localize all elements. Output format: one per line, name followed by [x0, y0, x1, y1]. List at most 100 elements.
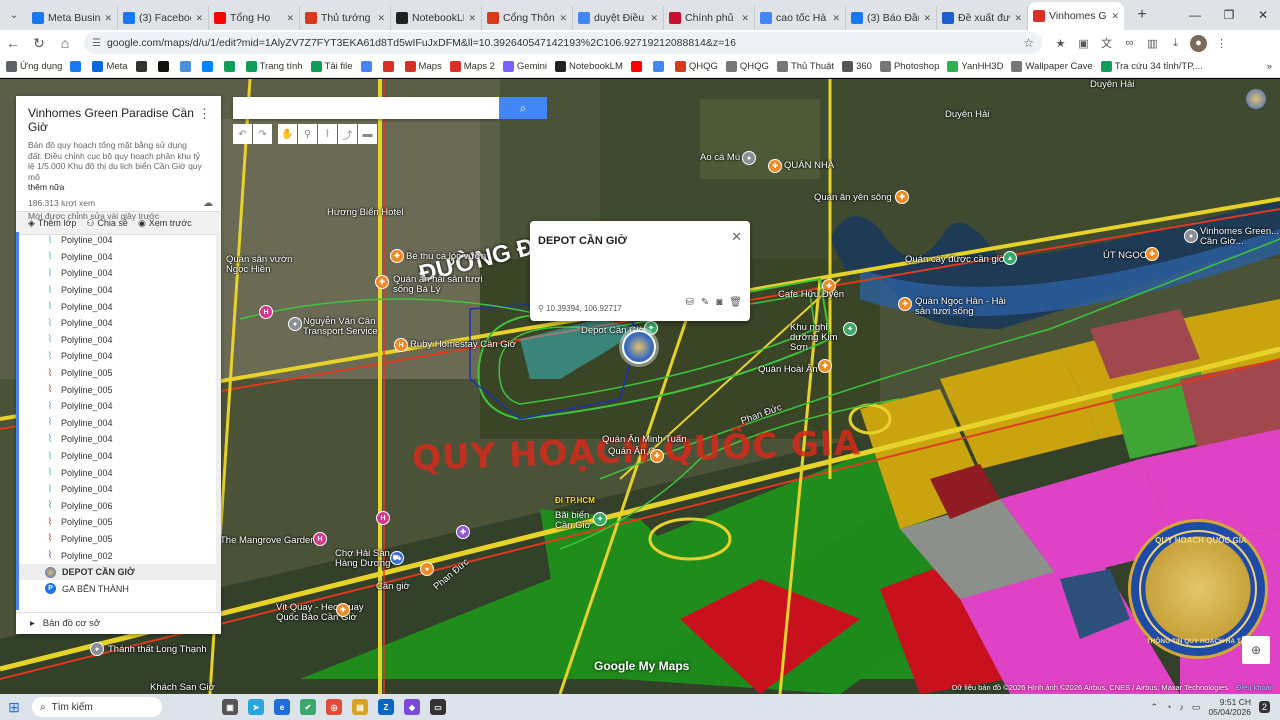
- delete-icon[interactable]: 🗑: [729, 297, 742, 308]
- close-tab-icon[interactable]: ✕: [377, 13, 385, 24]
- more-link[interactable]: thêm nữa: [28, 182, 209, 192]
- market-marker-icon[interactable]: ⛟: [390, 551, 404, 565]
- measure-icon[interactable]: ▬: [358, 124, 377, 144]
- close-tab-icon[interactable]: ✕: [104, 13, 112, 24]
- hotel-marker-icon[interactable]: H: [394, 338, 408, 352]
- browser-tab[interactable]: Vinhomes G ✕: [1028, 2, 1124, 30]
- place-marker-icon[interactable]: ●: [90, 642, 104, 656]
- list-item[interactable]: ⌇ Polyline_006: [19, 498, 221, 515]
- expand-icon[interactable]: ▸: [30, 618, 35, 629]
- list-item[interactable]: ⌇ Polyline_002: [19, 547, 221, 564]
- restaurant-marker-icon[interactable]: ✚: [1145, 247, 1159, 261]
- layer-list-scrollbar[interactable]: [216, 232, 221, 612]
- url-field[interactable]: ☰ google.com/maps/d/u/1/edit?mid=1AlyZV7…: [84, 32, 1042, 54]
- style-bucket-icon[interactable]: ⛁: [685, 297, 693, 308]
- volume-icon[interactable]: ♪: [1179, 702, 1184, 712]
- base-map-row[interactable]: ▸ Bản đồ cơ sở: [16, 612, 221, 634]
- close-tab-icon[interactable]: ✕: [286, 13, 294, 24]
- map-search-input[interactable]: [233, 97, 499, 119]
- list-item[interactable]: ⌇ Polyline_004: [19, 315, 221, 332]
- task-view-icon[interactable]: ▣: [222, 699, 238, 715]
- bookmark-item[interactable]: [201, 61, 216, 72]
- site-info-icon[interactable]: ☰: [92, 38, 101, 49]
- draw-line-icon[interactable]: ⌇: [318, 124, 337, 144]
- list-item[interactable]: ⌇ Polyline_004: [19, 398, 221, 415]
- browser-tab[interactable]: Chính phủ p ✕: [664, 6, 755, 30]
- bookmark-item[interactable]: QHQG: [725, 61, 769, 72]
- screenshot-icon[interactable]: ▣: [1075, 35, 1092, 52]
- close-tab-icon[interactable]: ✕: [468, 13, 476, 24]
- list-item[interactable]: ⌇ Polyline_004: [19, 431, 221, 448]
- browser-tab[interactable]: cao tốc Hà N ✕: [755, 6, 846, 30]
- list-item[interactable]: ⌇ Polyline_004: [19, 415, 221, 432]
- close-icon[interactable]: ✕: [731, 229, 742, 245]
- list-item[interactable]: ⌇ Polyline_004: [19, 464, 221, 481]
- bookmark-item[interactable]: Thủ Thuật: [776, 61, 834, 72]
- bookmark-item[interactable]: YanHH3D: [947, 61, 1003, 72]
- browser-tab[interactable]: Thủ tướng C ✕: [300, 6, 391, 30]
- browser-tab[interactable]: Cổng Thông ✕: [482, 6, 573, 30]
- list-item[interactable]: ⌇ Polyline_004: [19, 232, 221, 249]
- map-canvas[interactable]: ĐƯỜNG Đ QUY HOẠCH QUỐC GIA Duyên Hải Duy…: [0, 79, 1280, 694]
- bookmark-item[interactable]: Photoshop: [879, 61, 939, 72]
- edge-icon[interactable]: e: [274, 699, 290, 715]
- directions-icon[interactable]: ⤴: [338, 124, 357, 144]
- sidebar-icon[interactable]: ▥: [1144, 35, 1161, 52]
- place-marker-icon[interactable]: ●: [1184, 229, 1198, 243]
- bookmark-star-icon[interactable]: ☆: [1023, 36, 1034, 50]
- list-item[interactable]: ⌇ Polyline_004: [19, 298, 221, 315]
- close-tab-icon[interactable]: ✕: [923, 13, 931, 24]
- restaurant-marker-icon[interactable]: ✚: [390, 249, 404, 263]
- app-icon[interactable]: ◆: [404, 699, 420, 715]
- app-icon[interactable]: ▭: [430, 699, 446, 715]
- list-item[interactable]: ⌇ Polyline_005: [19, 531, 221, 548]
- close-tab-icon[interactable]: ✕: [195, 13, 203, 24]
- browser-tab[interactable]: Đề xuất đưa ✕: [937, 6, 1028, 30]
- tray-chevron-icon[interactable]: ⌃: [1150, 702, 1158, 713]
- file-explorer-icon[interactable]: ▤: [352, 699, 368, 715]
- redo-icon[interactable]: ↷: [253, 124, 272, 144]
- add-marker-icon[interactable]: ⚲: [298, 124, 317, 144]
- windows-start-icon[interactable]: ⊞: [0, 699, 28, 716]
- translate-icon[interactable]: 文: [1098, 35, 1115, 52]
- restaurant-marker-icon[interactable]: ✚: [375, 275, 389, 289]
- bookmark-item[interactable]: Meta: [92, 61, 128, 72]
- terms-link[interactable]: Điều khoản: [1236, 683, 1274, 692]
- list-item[interactable]: ⌇ Polyline_004: [19, 249, 221, 266]
- list-item[interactable]: ⌇ Polyline_004: [19, 348, 221, 365]
- browser-tab[interactable]: Tổng Họ ✕: [209, 6, 300, 30]
- list-item[interactable]: ⌇ Polyline_004: [19, 282, 221, 299]
- system-clock[interactable]: 9:51 CH 05/04/2026: [1208, 697, 1251, 717]
- bookmark-item[interactable]: Gemini: [502, 61, 547, 72]
- place-marker-icon[interactable]: ●: [288, 317, 302, 331]
- chrome-icon[interactable]: ◎: [326, 699, 342, 715]
- tab-search-dropdown-icon[interactable]: ⌄: [4, 5, 24, 25]
- all-bookmarks-button[interactable]: »: [1267, 61, 1272, 72]
- app-icon[interactable]: ✔: [300, 699, 316, 715]
- new-tab-button[interactable]: +: [1132, 6, 1152, 24]
- bookmark-item[interactable]: [179, 61, 194, 72]
- bookmark-item[interactable]: Wallpaper Cave: [1011, 61, 1093, 72]
- menu-icon[interactable]: ⋮: [1213, 35, 1230, 52]
- edit-pencil-icon[interactable]: ✎: [701, 297, 709, 308]
- map-search-button[interactable]: ⌕: [499, 97, 547, 119]
- reload-icon[interactable]: ↻: [26, 35, 52, 52]
- bookmark-item[interactable]: [630, 61, 645, 72]
- browser-tab[interactable]: duyệt Điều ✕: [573, 6, 664, 30]
- close-tab-icon[interactable]: ✕: [559, 13, 567, 24]
- bookmark-item[interactable]: Ứng dụng: [6, 61, 62, 72]
- list-item-depot[interactable]: DEPOT CẦN GIỜ: [19, 563, 221, 581]
- taskbar-search[interactable]: ⌕ Tìm kiếm: [32, 697, 162, 717]
- camera-icon[interactable]: ◙: [716, 297, 722, 308]
- close-tab-icon[interactable]: ✕: [650, 13, 658, 24]
- maximize-icon[interactable]: ❐: [1212, 8, 1246, 22]
- location-target-icon[interactable]: ⊕: [1242, 636, 1270, 664]
- list-item[interactable]: ⌇ Polyline_005: [19, 365, 221, 382]
- restaurant-marker-icon[interactable]: ✚: [895, 190, 909, 204]
- bookmark-item[interactable]: Tải file: [310, 61, 353, 72]
- back-icon[interactable]: ←: [0, 35, 26, 51]
- bookmark-item[interactable]: 360: [842, 61, 872, 72]
- bookmark-item[interactable]: Maps: [404, 61, 442, 72]
- list-item[interactable]: ⌇ Polyline_004: [19, 448, 221, 465]
- close-window-icon[interactable]: ✕: [1246, 8, 1280, 22]
